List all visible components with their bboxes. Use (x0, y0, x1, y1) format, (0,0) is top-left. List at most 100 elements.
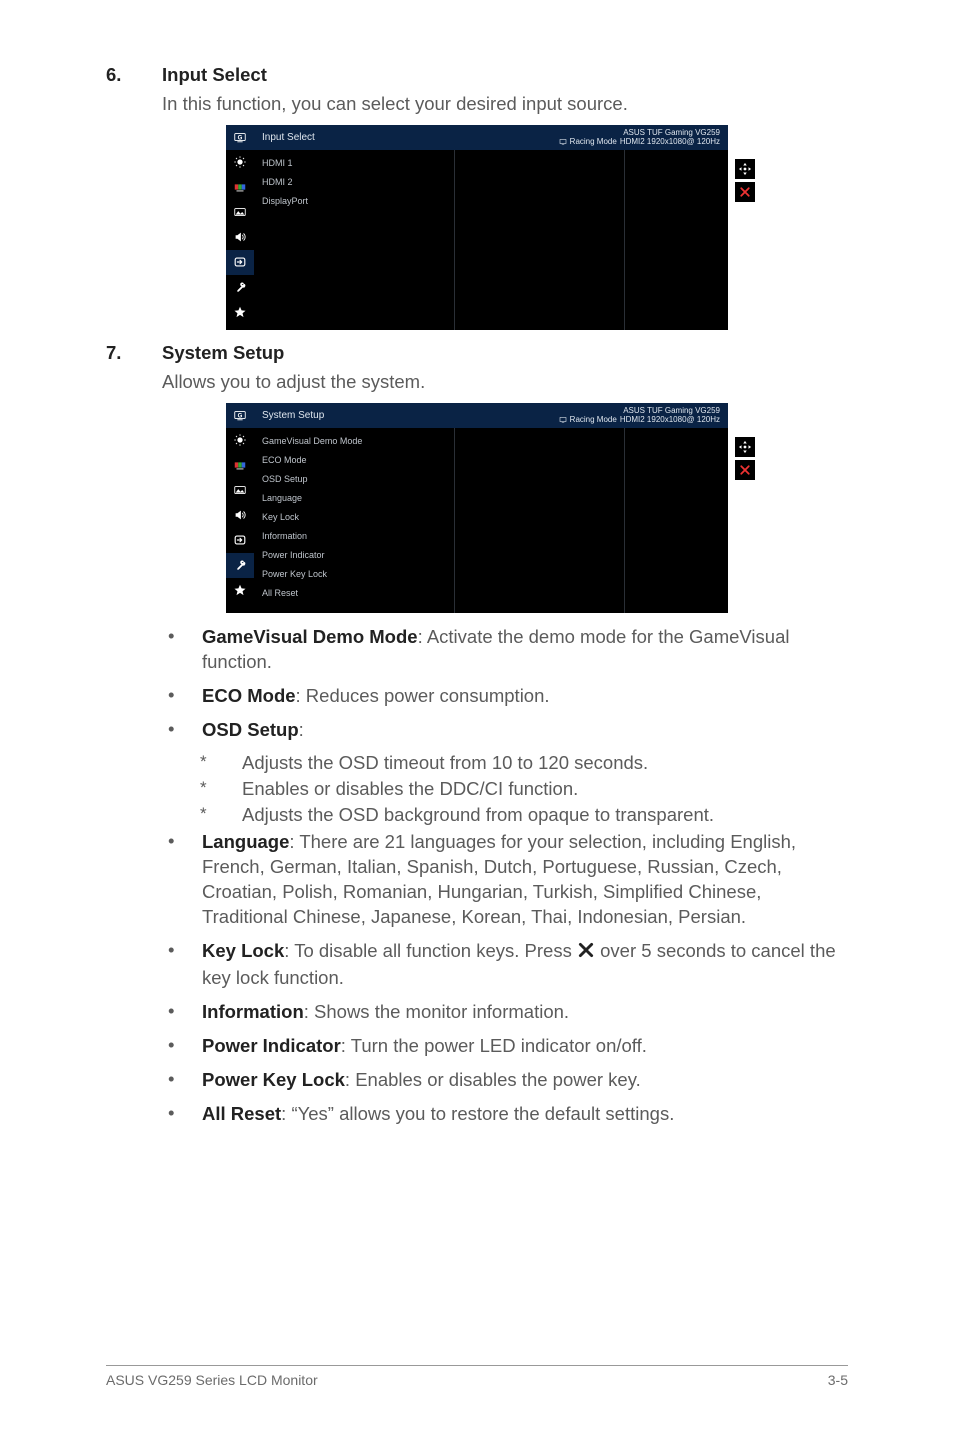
settings-icon (226, 275, 254, 300)
bullet-information: •Information: Shows the monitor informat… (162, 1000, 848, 1025)
osd-sidebar: G (226, 403, 254, 613)
bullet-label: ECO Mode (202, 685, 296, 706)
osd-item: HDMI 1 (254, 154, 728, 173)
section-number: 6. (106, 64, 162, 86)
close-icon (735, 460, 755, 480)
osd-item: DisplayPort (254, 192, 728, 211)
osd-item-list: GameVisual Demo Mode ECO Mode OSD Setup … (254, 428, 728, 613)
bullet-label: GameVisual Demo Mode (202, 626, 418, 647)
bullet-text: : Shows the monitor information. (304, 1001, 569, 1022)
bullet-osd-setup: •OSD Setup: (162, 718, 848, 743)
image-icon (226, 478, 254, 503)
osd-item: OSD Setup (254, 470, 728, 489)
osd-system-setup-screenshot: G System Setup ASUS TUF Gaming VG259 R (106, 403, 848, 613)
gaming-icon: G (226, 403, 254, 428)
bullet-label: All Reset (202, 1103, 281, 1124)
svg-text:G: G (238, 413, 243, 420)
osd-device-info: ASUS TUF Gaming VG259 Racing Mode HDMI2 … (559, 406, 720, 424)
favorite-icon (226, 300, 254, 325)
osd-mode: Racing Mode (570, 137, 617, 146)
osd-model: ASUS TUF Gaming VG259 (559, 128, 720, 137)
section-7-heading: 7. System Setup (106, 342, 848, 364)
bullet-power-indicator: •Power Indicator: Turn the power LED ind… (162, 1034, 848, 1059)
brightness-icon (226, 150, 254, 175)
section-6-heading: 6. Input Select (106, 64, 848, 86)
image-icon (226, 200, 254, 225)
osd-item: Key Lock (254, 508, 728, 527)
sound-icon (226, 225, 254, 250)
osd-mode: Racing Mode (570, 415, 617, 424)
section-6-desc: In this function, you can select your de… (162, 92, 848, 117)
bullet-keylock: •Key Lock: To disable all function keys.… (162, 939, 848, 991)
osd-item: Power Indicator (254, 546, 728, 565)
input-icon (226, 528, 254, 553)
osd-control-buttons (735, 159, 755, 202)
close-icon (735, 182, 755, 202)
bullet-label: Key Lock (202, 940, 284, 961)
color-icon (226, 175, 254, 200)
monitor-small-icon (559, 416, 567, 424)
brightness-icon (226, 428, 254, 453)
osd-item: Power Key Lock (254, 565, 728, 584)
section-number: 7. (106, 342, 162, 364)
osd-device-info: ASUS TUF Gaming VG259 Racing Mode HDMI2 … (559, 128, 720, 146)
section-title: System Setup (162, 342, 284, 364)
bullet-text: : Reduces power consumption. (296, 685, 550, 706)
monitor-small-icon (559, 138, 567, 146)
color-icon (226, 453, 254, 478)
sub-bullet-text: Enables or disables the DDC/CI function. (242, 778, 848, 800)
osd-header: System Setup ASUS TUF Gaming VG259 Racin… (254, 403, 728, 428)
osd-item: Information (254, 527, 728, 546)
x-button-icon (577, 941, 595, 966)
bullet-text: : There are 21 languages for your select… (202, 831, 796, 927)
bullet-gamevisual: •GameVisual Demo Mode: Activate the demo… (162, 625, 848, 675)
joystick-icon (735, 159, 755, 179)
favorite-icon (226, 578, 254, 603)
bullet-language: •Language: There are 21 languages for yo… (162, 830, 848, 930)
osd-item: GameVisual Demo Mode (254, 432, 728, 451)
sub-bullet: *Adjusts the OSD background from opaque … (200, 804, 848, 826)
bullet-text: : (299, 719, 304, 740)
bullet-label: Information (202, 1001, 304, 1022)
osd-item: HDMI 2 (254, 173, 728, 192)
bullet-text-pre: : To disable all function keys. Press (284, 940, 577, 961)
bullet-label: OSD Setup (202, 719, 299, 740)
osd-item: Language (254, 489, 728, 508)
osd-title: Input Select (262, 132, 559, 143)
osd-title: System Setup (262, 410, 559, 421)
bullet-eco: •ECO Mode: Reduces power consumption. (162, 684, 848, 709)
osd-input-select-screenshot: G Input Select ASUS TUF Gaming VG259 R (106, 125, 848, 330)
footer-right: 3-5 (828, 1372, 848, 1388)
bullet-text: : Turn the power LED indicator on/off. (341, 1035, 647, 1056)
svg-text:G: G (238, 135, 243, 142)
page-footer: ASUS VG259 Series LCD Monitor 3-5 (106, 1365, 848, 1388)
document-page: 6. Input Select In this function, you ca… (0, 0, 954, 1127)
osd-header: Input Select ASUS TUF Gaming VG259 Racin… (254, 125, 728, 150)
osd-model: ASUS TUF Gaming VG259 (559, 406, 720, 415)
sub-bullet: *Adjusts the OSD timeout from 10 to 120 … (200, 752, 848, 774)
bullet-label: Language (202, 831, 289, 852)
osd-sidebar: G (226, 125, 254, 330)
sub-bullet-text: Adjusts the OSD timeout from 10 to 120 s… (242, 752, 848, 774)
osd-res: HDMI2 1920x1080@ 120Hz (620, 415, 720, 424)
osd-item: All Reset (254, 584, 728, 603)
bullet-text: : Enables or disables the power key. (345, 1069, 641, 1090)
bullet-label: Power Indicator (202, 1035, 341, 1056)
sound-icon (226, 503, 254, 528)
settings-icon (226, 553, 254, 578)
sub-bullet-text: Adjusts the OSD background from opaque t… (242, 804, 848, 826)
bullet-text: : “Yes” allows you to restore the defaul… (281, 1103, 674, 1124)
bullet-all-reset: •All Reset: “Yes” allows you to restore … (162, 1102, 848, 1127)
osd-item: ECO Mode (254, 451, 728, 470)
gaming-icon: G (226, 125, 254, 150)
footer-left: ASUS VG259 Series LCD Monitor (106, 1372, 318, 1388)
bullet-list: •GameVisual Demo Mode: Activate the demo… (162, 625, 848, 1127)
osd-res: HDMI2 1920x1080@ 120Hz (620, 137, 720, 146)
bullet-label: Power Key Lock (202, 1069, 345, 1090)
section-7-desc: Allows you to adjust the system. (162, 370, 848, 395)
joystick-icon (735, 437, 755, 457)
sub-bullet: *Enables or disables the DDC/CI function… (200, 778, 848, 800)
osd-control-buttons (735, 437, 755, 480)
bullet-power-key-lock: •Power Key Lock: Enables or disables the… (162, 1068, 848, 1093)
section-title: Input Select (162, 64, 267, 86)
